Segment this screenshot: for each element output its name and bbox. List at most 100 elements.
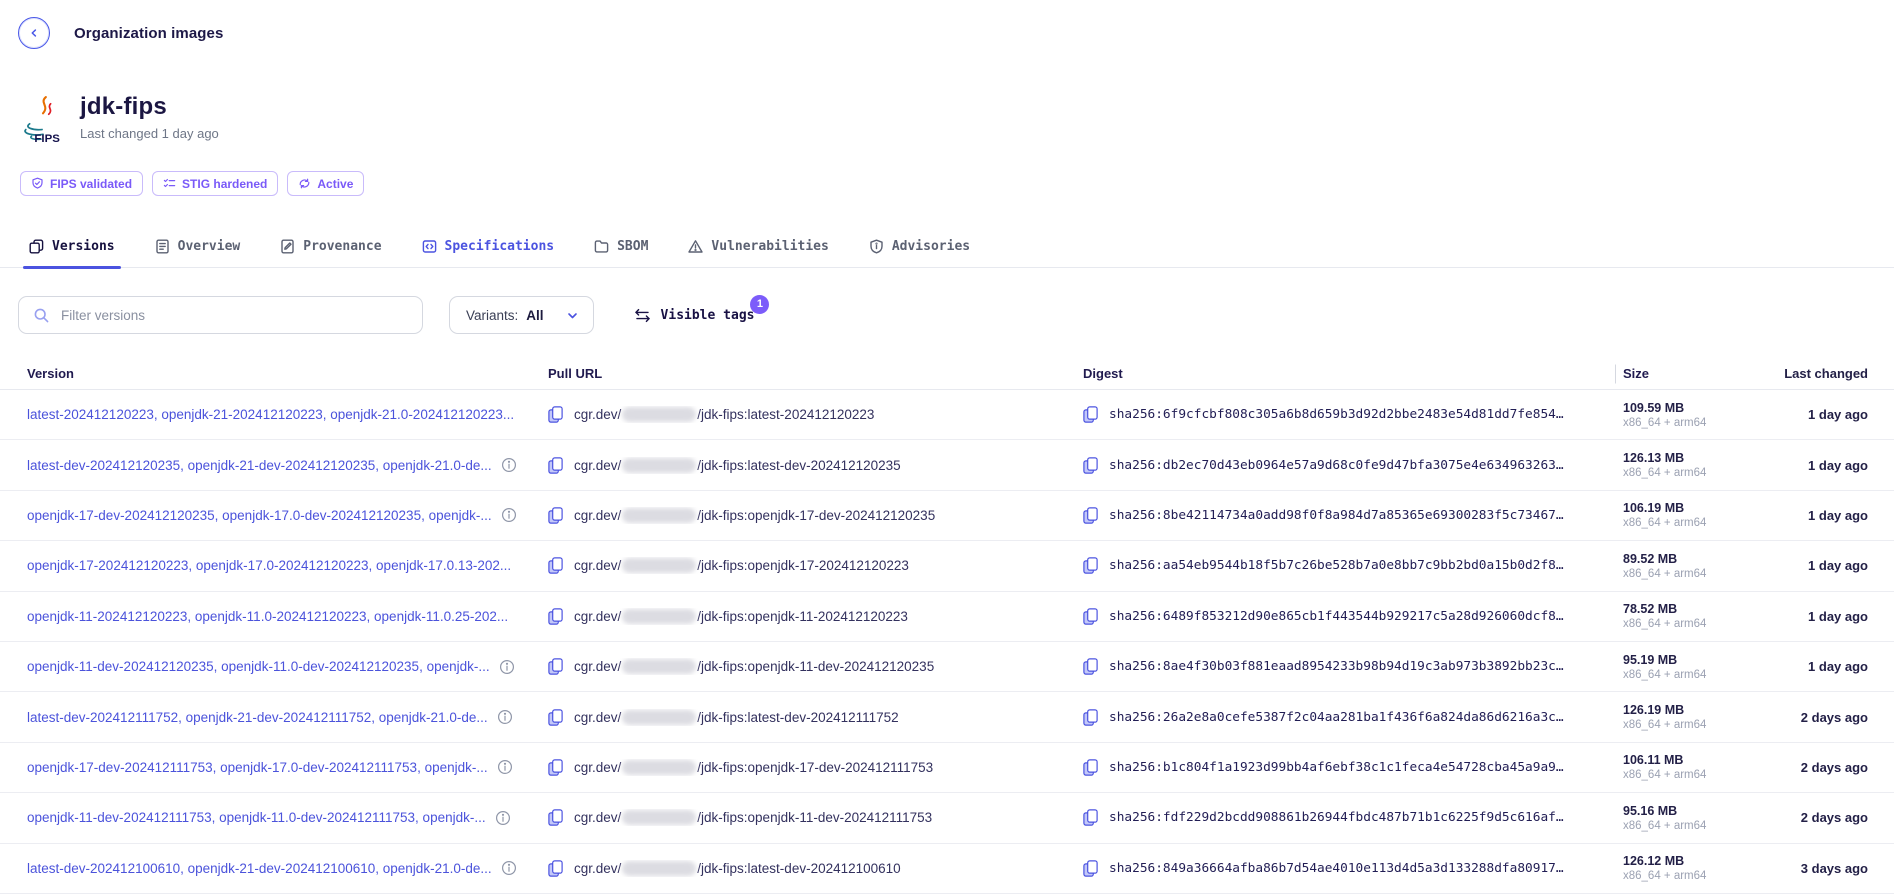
info-icon[interactable]	[497, 759, 513, 775]
info-icon[interactable]	[499, 659, 515, 675]
copy-digest-button[interactable]	[1083, 608, 1098, 625]
pull-url: cgr.dev//jdk-fips:openjdk-17-dev-2024121…	[574, 508, 935, 523]
version-tags-link[interactable]: latest-dev-202412111752, openjdk-21-dev-…	[27, 710, 488, 725]
copy-digest-button[interactable]	[1083, 860, 1098, 877]
table-row: latest-dev-202412100610, openjdk-21-dev-…	[0, 844, 1894, 894]
copy-pull-url-button[interactable]	[548, 507, 563, 524]
chevron-left-icon	[27, 26, 41, 40]
info-icon[interactable]	[497, 709, 513, 725]
tab-advisories[interactable]: Advisories	[867, 239, 972, 267]
version-tags-link[interactable]: openjdk-11-202412120223, openjdk-11.0-20…	[27, 609, 508, 624]
pull-url: cgr.dev//jdk-fips:openjdk-11-dev-2024121…	[574, 810, 932, 825]
copy-digest-button[interactable]	[1083, 759, 1098, 776]
size-value: 106.11 MB	[1623, 753, 1715, 767]
variants-dropdown[interactable]: Variants: All	[449, 296, 594, 334]
search-icon	[33, 307, 50, 324]
warning-triangle-icon	[688, 239, 703, 254]
redacted-org-blur	[622, 760, 696, 775]
redacted-org-blur	[622, 407, 696, 422]
pull-url-prefix: cgr.dev/	[574, 558, 621, 573]
copy-pull-url-button[interactable]	[548, 759, 563, 776]
copy-digest-button[interactable]	[1083, 709, 1098, 726]
badge-active: Active	[287, 171, 364, 196]
version-tags-link[interactable]: openjdk-17-202412120223, openjdk-17.0-20…	[27, 558, 511, 573]
pull-url-cell: cgr.dev//jdk-fips:latest-dev-20241211175…	[548, 709, 1083, 726]
tab-vulnerabilities[interactable]: Vulnerabilities	[686, 239, 830, 267]
copy-pull-url-button[interactable]	[548, 709, 563, 726]
version-tags-link[interactable]: latest-dev-202412100610, openjdk-21-dev-…	[27, 861, 492, 876]
tab-label: Vulnerabilities	[711, 239, 828, 254]
size-value: 126.19 MB	[1623, 703, 1715, 717]
copy-pull-url-button[interactable]	[548, 608, 563, 625]
copy-digest-button[interactable]	[1083, 507, 1098, 524]
column-header-last-changed: Last changed	[1715, 366, 1894, 381]
last-changed-value: 1 day ago	[1715, 458, 1894, 473]
visible-tags-label: Visible tags	[661, 308, 755, 323]
architectures: x86_64 + arm64	[1623, 769, 1715, 781]
image-last-changed: Last changed 1 day ago	[80, 126, 219, 141]
copy-pull-url-button[interactable]	[548, 406, 563, 423]
info-icon[interactable]	[501, 457, 517, 473]
tab-specifications[interactable]: Specifications	[420, 239, 557, 267]
size-value: 126.12 MB	[1623, 854, 1715, 868]
tab-sbom[interactable]: SBOM	[592, 239, 650, 267]
version-tags-link[interactable]: latest-202412120223, openjdk-21-20241212…	[27, 407, 514, 422]
size-value: 95.16 MB	[1623, 804, 1715, 818]
search-box[interactable]	[18, 296, 423, 334]
version-tags-link[interactable]: openjdk-11-dev-202412120235, openjdk-11.…	[27, 659, 490, 674]
copy-digest-button[interactable]	[1083, 557, 1098, 574]
architectures: x86_64 + arm64	[1623, 417, 1715, 429]
info-icon[interactable]	[501, 507, 517, 523]
pull-url-prefix: cgr.dev/	[574, 760, 621, 775]
pull-url-prefix: cgr.dev/	[574, 508, 621, 523]
info-icon[interactable]	[501, 860, 517, 876]
version-tags-link[interactable]: openjdk-11-dev-202412111753, openjdk-11.…	[27, 810, 486, 825]
tab-overview[interactable]: Overview	[153, 239, 243, 267]
size-cell: 78.52 MB x86_64 + arm64	[1623, 602, 1715, 630]
copy-digest-button[interactable]	[1083, 457, 1098, 474]
copy-digest-button[interactable]	[1083, 658, 1098, 675]
tab-provenance[interactable]: Provenance	[278, 239, 383, 267]
pull-url-suffix: /jdk-fips:openjdk-11-202412120223	[697, 609, 908, 624]
size-cell: 95.19 MB x86_64 + arm64	[1623, 653, 1715, 681]
image-title-block: jdk-fips Last changed 1 day ago	[80, 93, 219, 141]
filter-versions-input[interactable]	[61, 308, 408, 323]
version-tags-link[interactable]: openjdk-17-dev-202412111753, openjdk-17.…	[27, 760, 488, 775]
pull-url-suffix: /jdk-fips:latest-202412120223	[697, 407, 874, 422]
copy-pull-url-button[interactable]	[548, 658, 563, 675]
architectures: x86_64 + arm64	[1623, 719, 1715, 731]
visible-tags-button[interactable]: Visible tags 1	[634, 308, 755, 323]
shield-info-icon	[869, 239, 884, 254]
pull-url: cgr.dev//jdk-fips:latest-202412120223	[574, 407, 874, 422]
pull-url-cell: cgr.dev//jdk-fips:latest-202412120223	[548, 406, 1083, 423]
tab-versions[interactable]: Versions	[27, 239, 117, 267]
version-tags-link[interactable]: openjdk-17-dev-202412120235, openjdk-17.…	[27, 508, 492, 523]
pull-url-cell: cgr.dev//jdk-fips:openjdk-17-dev-2024121…	[548, 507, 1083, 524]
copy-digest-button[interactable]	[1083, 406, 1098, 423]
copy-pull-url-button[interactable]	[548, 457, 563, 474]
column-header-digest: Digest	[1083, 366, 1623, 381]
column-header-size: Size	[1623, 366, 1715, 381]
copy-pull-url-button[interactable]	[548, 860, 563, 877]
table-row: latest-dev-202412120235, openjdk-21-dev-…	[0, 440, 1894, 490]
pull-url-cell: cgr.dev//jdk-fips:openjdk-11-20241212022…	[548, 608, 1083, 625]
organization-image-page: Organization images FIPS jdk-fips Last c…	[0, 0, 1894, 895]
copy-pull-url-button[interactable]	[548, 557, 563, 574]
version-cell: openjdk-17-dev-202412120235, openjdk-17.…	[0, 507, 548, 523]
size-value: 95.19 MB	[1623, 653, 1715, 667]
copy-digest-button[interactable]	[1083, 809, 1098, 826]
back-button[interactable]	[18, 17, 50, 49]
version-cell: latest-dev-202412100610, openjdk-21-dev-…	[0, 860, 548, 876]
digest-value: sha256:849a36664afba86b7d54ae4010e113d4d…	[1109, 861, 1564, 876]
badge-row: FIPS validated STIG hardened Active	[0, 145, 1894, 196]
copy-pull-url-button[interactable]	[548, 809, 563, 826]
digest-cell: sha256:8be42114734a0add98f0f8a984d7a8536…	[1083, 507, 1623, 524]
java-fips-logo: FIPS	[22, 95, 64, 145]
tab-label: Advisories	[892, 239, 970, 254]
version-cell: openjdk-11-dev-202412120235, openjdk-11.…	[0, 659, 548, 675]
pull-url-suffix: /jdk-fips:latest-dev-202412111752	[697, 710, 898, 725]
version-tags-link[interactable]: latest-dev-202412120235, openjdk-21-dev-…	[27, 458, 492, 473]
size-cell: 126.13 MB x86_64 + arm64	[1623, 451, 1715, 479]
digest-value: sha256:aa54eb9544b18f5b7c26be528b7a0e8bb…	[1109, 558, 1564, 573]
info-icon[interactable]	[495, 810, 511, 826]
